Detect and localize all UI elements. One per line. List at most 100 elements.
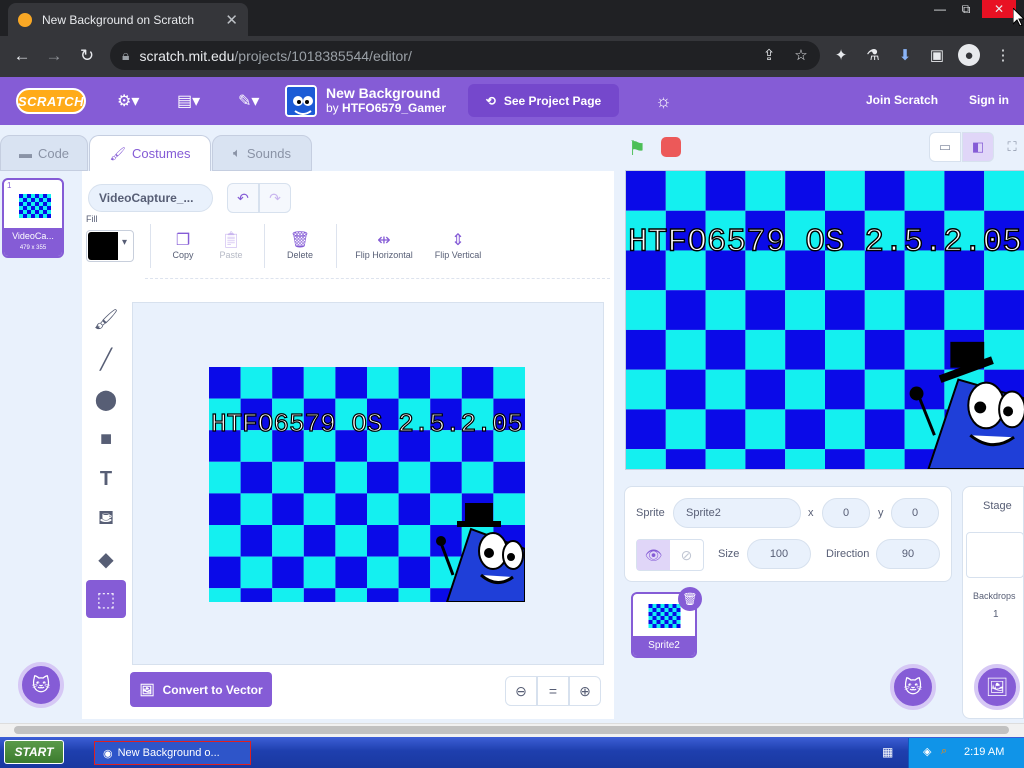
tab-code[interactable]: ▬ Code <box>0 135 88 171</box>
sprite-thumbnail <box>648 604 681 628</box>
keyboard-icon[interactable]: ▦ <box>882 745 893 759</box>
kebab-menu-icon[interactable]: ⋮ <box>992 44 1014 66</box>
eraser-tool-icon[interactable]: ◆ <box>86 540 126 578</box>
zoom-in-icon[interactable]: ⊕ <box>569 676 601 706</box>
sign-in-link[interactable]: Sign in <box>969 93 1009 107</box>
tab-costumes[interactable]: 🖌︎ Costumes <box>89 135 211 171</box>
convert-to-vector-button[interactable]: 🖼︎ Convert to Vector <box>130 672 272 707</box>
settings-gear-icon[interactable]: ⚙▾ <box>117 90 139 112</box>
url-path: /projects/1018385544/editor/ <box>234 47 412 64</box>
share-icon[interactable]: ⇪ <box>758 44 780 66</box>
join-scratch-link[interactable]: Join Scratch <box>866 93 938 107</box>
window-close-button[interactable]: ✕ <box>982 0 1016 18</box>
close-tab-icon[interactable]: ✕ <box>225 11 238 29</box>
scratch-favicon-icon <box>18 12 32 27</box>
network-icon[interactable]: ◈ <box>923 745 931 758</box>
scrollbar-thumb[interactable] <box>14 726 1009 734</box>
lock-icon: 🔒︎ <box>122 47 130 63</box>
add-backdrop-icon[interactable]: 🖼︎ <box>974 664 1020 710</box>
theme-lightbulb-icon[interactable]: ☼ <box>655 90 672 112</box>
see-project-label: See Project Page <box>503 93 602 108</box>
reload-icon[interactable]: ↻ <box>75 44 99 68</box>
circle-tool-icon[interactable]: ⬤ <box>86 380 126 418</box>
costume-size: 479 x 355 <box>19 245 47 251</box>
sprite-name-input[interactable]: Sprite2 <box>673 498 801 528</box>
copy-label: Copy <box>172 250 194 260</box>
search-icon[interactable]: ⌕ <box>941 745 947 758</box>
fill-bucket-tool-icon[interactable]: ⛾ <box>86 500 126 538</box>
taskbar-item[interactable]: ◉ New Background o... <box>94 741 251 765</box>
forward-icon[interactable]: → <box>42 44 66 68</box>
costume-name-input[interactable]: VideoCapture_... <box>88 184 213 212</box>
zoom-out-icon[interactable]: ⊖ <box>505 676 537 706</box>
delete-button[interactable]: 🗑︎ Delete <box>280 230 320 260</box>
costume-item[interactable]: 1 VideoCa... 479 x 355 <box>2 178 64 258</box>
chevron-down-icon: ▾ <box>122 237 128 248</box>
backdrops-count: 1 <box>993 609 999 620</box>
artwork-text: HTFO6579 OS 2.5.2.05 <box>211 409 523 439</box>
flip-horizontal-label: Flip Horizontal <box>355 250 413 260</box>
show-toggle[interactable]: 👁︎ ⊘ <box>636 539 704 571</box>
costume-artwork[interactable]: HTFO6579 OS 2.5.2.05 <box>209 367 525 602</box>
text-tool-icon[interactable]: T <box>86 460 126 498</box>
eye-icon[interactable]: 👁︎ <box>637 540 670 570</box>
scratch-logo[interactable]: SCRATCH <box>16 88 86 114</box>
start-button[interactable]: START <box>4 740 64 764</box>
redo-icon[interactable]: ↷ <box>259 183 291 213</box>
extensions-icon[interactable]: ✦ <box>830 44 852 66</box>
costume-thumbnail <box>19 194 51 218</box>
clock[interactable]: 2:19 AM <box>964 746 1004 758</box>
side-panel-icon[interactable]: ▣ <box>926 44 948 66</box>
back-icon[interactable]: ← <box>10 44 34 68</box>
labs-flask-icon[interactable]: ⚗ <box>862 44 884 66</box>
zoom-reset-icon[interactable]: = <box>537 676 569 706</box>
direction-input[interactable]: 90 <box>876 539 940 569</box>
delete-sprite-trash-icon[interactable]: 🗑︎ <box>678 587 702 611</box>
add-costume-cat-icon[interactable]: 🐱︎ <box>18 662 64 708</box>
restore-button[interactable]: ⧉ <box>953 0 979 18</box>
stop-sign-icon[interactable] <box>661 137 681 157</box>
stage-canvas[interactable]: HTFO6579 OS 2.5.2.05 <box>625 170 1024 470</box>
brush-tool-icon[interactable]: 🖌︎ <box>86 300 126 338</box>
profile-avatar-icon[interactable]: ● <box>958 44 980 66</box>
project-title[interactable]: New Background <box>326 85 440 101</box>
x-input[interactable]: 0 <box>822 498 870 528</box>
paste-button[interactable]: 📋︎ Paste <box>212 230 250 260</box>
eye-slash-icon[interactable]: ⊘ <box>670 540 703 570</box>
toolbar-divider <box>145 278 610 279</box>
speaker-icon: 🔈︎ <box>233 145 241 160</box>
fill-color-picker[interactable]: ▾ <box>86 230 134 262</box>
tab-costumes-label: Costumes <box>131 146 191 161</box>
add-sprite-cat-icon[interactable]: 🐱︎ <box>890 664 936 710</box>
large-stage-icon[interactable]: ◧ <box>962 132 994 162</box>
copy-button[interactable]: ❐ Copy <box>164 230 202 260</box>
download-icon[interactable]: ⬇ <box>894 44 916 66</box>
bookmark-star-icon[interactable]: ☆ <box>790 44 812 66</box>
stage-text: HTFO6579 OS 2.5.2.05 <box>628 223 1022 260</box>
tab-sounds[interactable]: 🔈︎ Sounds <box>212 135 312 171</box>
see-project-page-button[interactable]: ⟲ See Project Page <box>468 84 619 117</box>
divider <box>264 224 265 268</box>
fill-label: Fill <box>86 214 98 224</box>
system-tray: ◈ ⌕ 2:19 AM <box>908 738 1024 768</box>
green-flag-icon[interactable]: ⚑ <box>628 136 650 160</box>
project-author-line[interactable]: by HTFO6579_Gamer <box>326 101 446 115</box>
edit-pencil-icon[interactable]: ✎▾ <box>238 90 259 112</box>
y-input[interactable]: 0 <box>891 498 939 528</box>
rectangle-tool-icon[interactable]: ■ <box>86 420 126 458</box>
stage-thumbnail[interactable] <box>966 532 1024 578</box>
undo-icon[interactable]: ↶ <box>227 183 259 213</box>
fullscreen-icon[interactable]: ⛶ <box>1000 132 1024 162</box>
minimize-button[interactable]: — <box>927 0 953 18</box>
flip-vertical-button[interactable]: ⇕ Flip Vertical <box>427 230 489 260</box>
file-menu-icon[interactable]: ▤▾ <box>177 90 200 112</box>
size-input[interactable]: 100 <box>747 539 811 569</box>
url-input[interactable]: 🔒︎ scratch.mit.edu/projects/1018385544/e… <box>110 41 820 70</box>
line-tool-icon[interactable]: ╱ <box>86 340 126 378</box>
flip-horizontal-icon: ⇹ <box>377 232 391 249</box>
flip-horizontal-button[interactable]: ⇹ Flip Horizontal <box>348 230 420 260</box>
browser-tab[interactable]: New Background on Scratch ✕ <box>8 3 248 36</box>
x-label: x <box>808 507 814 519</box>
select-tool-icon[interactable]: ⬚ <box>86 580 126 618</box>
small-stage-icon[interactable]: ▭ <box>929 132 961 162</box>
